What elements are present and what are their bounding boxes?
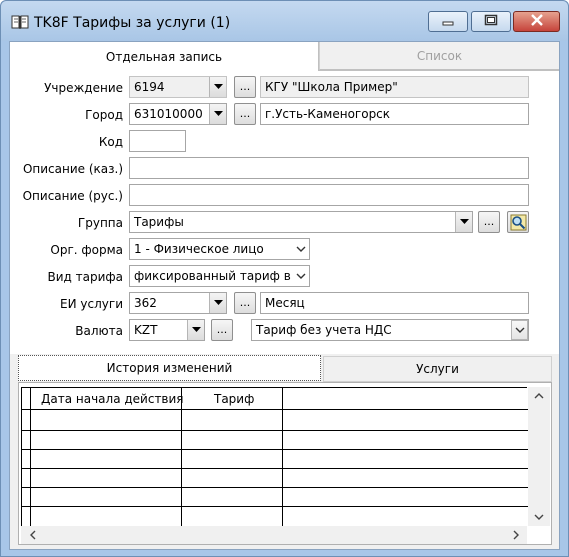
book-icon: [11, 14, 29, 30]
city-code-value: 631010000: [134, 107, 203, 121]
currency-combo[interactable]: KZT: [129, 319, 205, 341]
desc-kaz-label: Описание (каз.): [22, 162, 123, 176]
app-window: TK8F Тарифы за услуги (1) Отдельная запи…: [0, 0, 569, 557]
desc-rus-label: Описание (рус.): [22, 189, 123, 203]
group-browse-label: ...: [483, 215, 495, 228]
minimize-icon: [442, 15, 454, 29]
institution-label: Учреждение: [44, 81, 123, 95]
unit-label: ЕИ услуги: [60, 297, 123, 311]
chevron-down-icon[interactable]: [534, 513, 544, 524]
chevron-down-icon[interactable]: [511, 320, 528, 340]
org-form-value: 1 - Физическое лицо: [134, 242, 264, 256]
table-row[interactable]: [22, 468, 528, 469]
chevron-down-icon[interactable]: [292, 266, 309, 286]
minimize-button[interactable]: [428, 11, 468, 32]
maximize-button[interactable]: [471, 11, 511, 32]
group-browse-button[interactable]: ...: [478, 211, 500, 233]
record-form: Учреждение 6194 ... КГУ "Школа Пример" Г…: [10, 70, 559, 354]
horizontal-scrollbar[interactable]: [21, 526, 527, 544]
vat-value: Тариф без учета НДС: [256, 323, 392, 337]
group-search-button[interactable]: [507, 211, 529, 233]
table-row[interactable]: [22, 487, 528, 488]
currency-browse-label: ...: [216, 323, 228, 336]
institution-browse-label: ...: [239, 80, 251, 93]
institution-name-value: КГУ "Школа Пример": [265, 80, 398, 94]
tab-history[interactable]: История изменений: [18, 355, 321, 381]
chevron-right-icon[interactable]: [513, 530, 520, 543]
history-panel: Дата начала действия Тариф: [18, 382, 552, 545]
city-name-value: г.Усть-Каменогорск: [265, 107, 391, 121]
unit-code-combo[interactable]: 362: [129, 292, 227, 314]
group-value: Тарифы: [134, 215, 184, 229]
unit-name-value: Месяц: [265, 296, 305, 310]
code-label: Код: [98, 135, 123, 149]
grid-header-separator: [22, 409, 528, 410]
close-button[interactable]: [513, 11, 560, 32]
chevron-left-icon[interactable]: [29, 530, 36, 543]
tab-single-record[interactable]: Отдельная запись: [10, 42, 319, 71]
history-grid[interactable]: Дата начала действия Тариф: [21, 387, 528, 527]
city-code-combo[interactable]: 631010000: [129, 103, 227, 125]
group-label: Группа: [77, 216, 123, 230]
city-label: Город: [85, 108, 123, 122]
institution-code-value: 6194: [134, 80, 165, 94]
unit-browse-button[interactable]: ...: [234, 292, 256, 314]
city-name-field[interactable]: г.Усть-Каменогорск: [260, 103, 529, 125]
org-form-label: Орг. форма: [50, 243, 123, 257]
tariff-type-label: Вид тарифа: [47, 270, 123, 284]
currency-browse-button[interactable]: ...: [211, 319, 233, 341]
org-form-select[interactable]: 1 - Физическое лицо: [129, 238, 310, 260]
chevron-down-icon[interactable]: [187, 320, 204, 340]
chevron-down-icon[interactable]: [455, 212, 472, 232]
client-area: Отдельная запись Список Учреждение 6194 …: [9, 41, 560, 550]
desc-kaz-input[interactable]: [129, 157, 529, 179]
institution-browse-button[interactable]: ...: [234, 76, 256, 98]
tab-list-label: Список: [416, 48, 463, 63]
chevron-down-icon[interactable]: [292, 239, 309, 259]
unit-name-field[interactable]: Месяц: [260, 292, 529, 314]
chevron-up-icon[interactable]: [534, 391, 544, 402]
title-bar[interactable]: TK8F Тарифы за услуги (1): [1, 1, 568, 41]
currency-code-value: KZT: [134, 323, 158, 337]
maximize-icon: [484, 14, 498, 29]
unit-browse-label: ...: [239, 296, 251, 309]
close-icon: [530, 14, 544, 29]
institution-code-combo[interactable]: 6194: [129, 76, 227, 98]
table-row[interactable]: [22, 430, 528, 431]
unit-code-value: 362: [134, 296, 157, 310]
column-header-start-date[interactable]: Дата начала действия: [41, 392, 184, 406]
institution-name-field: КГУ "Школа Пример": [260, 76, 529, 98]
tab-history-label: История изменений: [106, 361, 233, 375]
search-icon: [510, 214, 527, 234]
tab-list[interactable]: Список: [319, 42, 559, 70]
city-browse-button[interactable]: ...: [234, 103, 256, 125]
tab-single-record-label: Отдельная запись: [105, 49, 223, 64]
code-input[interactable]: [129, 130, 186, 152]
city-browse-label: ...: [239, 107, 251, 120]
chevron-down-icon[interactable]: [209, 104, 226, 124]
currency-label: Валюта: [75, 324, 123, 338]
window-title: TK8F Тарифы за услуги (1): [34, 15, 231, 31]
group-combo[interactable]: Тарифы: [129, 211, 473, 233]
desc-rus-input[interactable]: [129, 184, 529, 206]
column-header-tariff[interactable]: Тариф: [214, 392, 254, 406]
vat-select[interactable]: Тариф без учета НДС: [251, 319, 529, 341]
tariff-type-select[interactable]: фиксированный тариф в т: [129, 265, 310, 287]
table-row[interactable]: [22, 506, 528, 507]
tab-services-label: Услуги: [416, 362, 459, 376]
vertical-scrollbar[interactable]: [528, 387, 550, 526]
table-row[interactable]: [22, 449, 528, 450]
tab-services[interactable]: Услуги: [323, 356, 552, 382]
chevron-down-icon[interactable]: [209, 77, 226, 97]
chevron-down-icon[interactable]: [209, 293, 226, 313]
tariff-type-value: фиксированный тариф в т: [134, 269, 302, 283]
